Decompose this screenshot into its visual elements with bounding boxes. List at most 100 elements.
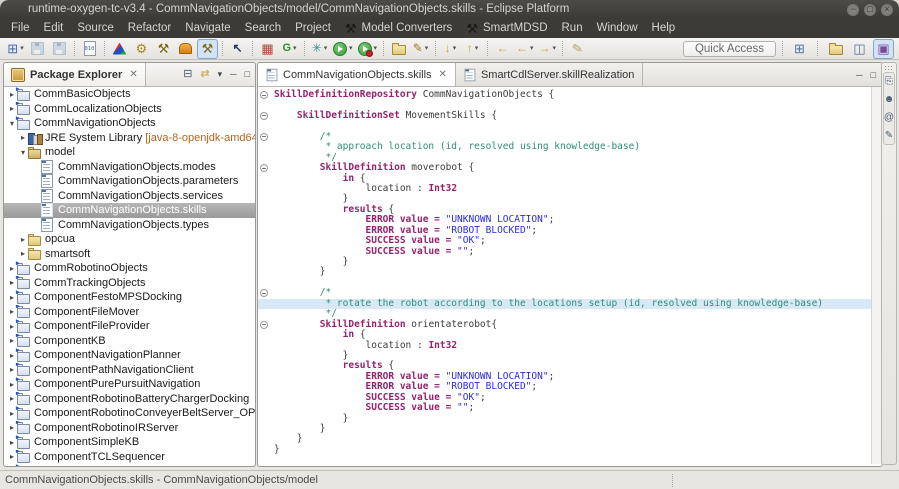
tree-item-componentrobotinoconveyerbeltserver-opcu[interactable]: ▸▸ComponentRobotinoConveyerBeltServer_OP…	[4, 406, 255, 421]
close-icon[interactable]: ✕	[437, 69, 447, 80]
previous-annotation-button[interactable]: ↑▾	[462, 39, 483, 59]
minimized-view-annotations-icon[interactable]: @	[884, 112, 894, 123]
debug-dropdown-icon[interactable]: ▾	[323, 45, 328, 52]
component-gears-button[interactable]: ⚙	[131, 39, 152, 59]
robot-deploy-button[interactable]	[175, 39, 196, 59]
close-button[interactable]: ×	[881, 4, 893, 16]
perspective-smartmdsd-button[interactable]: ▣	[873, 39, 894, 59]
tree-collapsed-arrow-icon[interactable]: ▸	[18, 133, 28, 142]
minimized-view-console-icon[interactable]: ⎘	[885, 76, 893, 87]
tree-item-model[interactable]: ▾model	[4, 145, 255, 160]
tab-package-explorer[interactable]: Package Explorer ✕	[4, 63, 146, 86]
menu-navigate[interactable]: Navigate	[178, 19, 237, 38]
tree-item-commnavigationobjects-skills[interactable]: CommNavigationObjects.skills	[4, 203, 255, 218]
tree-item-commrobotinoobjects[interactable]: ▸▸CommRobotinoObjects	[4, 261, 255, 276]
collapse-all-icon[interactable]: ⊟	[183, 69, 192, 80]
tree-item-commnavigationobjects-types[interactable]: CommNavigationObjects.types	[4, 218, 255, 233]
tree-item-componentrobotinoirserver[interactable]: ▸▸ComponentRobotinoIRServer	[4, 421, 255, 436]
tab-smartcdlserver-skillrealization[interactable]: SmartCdlServer.skillRealization	[456, 63, 643, 86]
save-button[interactable]	[27, 39, 48, 59]
fold-collapse-icon[interactable]	[260, 289, 268, 297]
code-line[interactable]: SUCCESS value = "";	[274, 247, 872, 257]
save-all-button[interactable]	[49, 39, 70, 59]
tree-collapsed-arrow-icon[interactable]: ▸	[18, 249, 28, 258]
title-bar[interactable]: runtime-oxygen-tc-v3.4 - CommNavigationO…	[0, 0, 899, 19]
code-line[interactable]: SkillDefinitionSet MovementSkills {	[274, 111, 872, 121]
code-line[interactable]: }	[274, 414, 872, 424]
build-tools-toggle-button[interactable]: ⚒	[197, 39, 218, 59]
fold-collapse-icon[interactable]	[260, 321, 268, 329]
back-history-dropdown-icon[interactable]: ▾	[529, 45, 534, 52]
maximize-editor-icon[interactable]: □	[871, 70, 876, 80]
previous-annotation-dropdown-icon[interactable]: ▾	[474, 45, 479, 52]
quick-access-button[interactable]: Quick Access	[683, 41, 776, 57]
tree-item-componentfileprovider[interactable]: ▸▸ComponentFileProvider	[4, 319, 255, 334]
minimized-view-edit-icon[interactable]: ✎	[885, 130, 893, 141]
menu-help[interactable]: Help	[645, 19, 683, 38]
code-line[interactable]: }	[274, 434, 872, 444]
menu-run[interactable]: Run	[555, 19, 590, 38]
minimize-view-icon[interactable]: ─	[230, 69, 236, 80]
menu-model-converters[interactable]: ⚒Model Converters	[338, 19, 459, 38]
code-editor[interactable]: SkillDefinitionRepository CommNavigation…	[258, 87, 872, 464]
tree-item-opcua[interactable]: ▸opcua	[4, 232, 255, 247]
tree-item-componentnavigationplanner[interactable]: ▸▸ComponentNavigationPlanner	[4, 348, 255, 363]
code-line[interactable]: }	[274, 267, 872, 277]
maximize-view-icon[interactable]: □	[245, 69, 250, 80]
code-line[interactable]: SkillDefinitionRepository CommNavigation…	[274, 90, 872, 100]
tree-item-componentpurepursuitnavigation[interactable]: ▸▸ComponentPurePursuitNavigation	[4, 377, 255, 392]
tree-item-componenttclsequencer[interactable]: ▸▸ComponentTCLSequencer	[4, 450, 255, 465]
menu-window[interactable]: Window	[590, 19, 645, 38]
menu-project[interactable]: Project	[288, 19, 338, 38]
code-line-highlighted[interactable]: * rotate the robot according to the loca…	[258, 299, 872, 309]
code-line[interactable]: * approach location (id, resolved using …	[274, 142, 872, 152]
tree-item-componentkb[interactable]: ▸▸ComponentKB	[4, 334, 255, 349]
tree-expanded-arrow-icon[interactable]: ▾	[18, 148, 28, 157]
code-line[interactable]	[274, 121, 872, 131]
tree-item-commnavigationobjects-parameters[interactable]: CommNavigationObjects.parameters	[4, 174, 255, 189]
perspective-resource-button[interactable]	[825, 39, 846, 59]
view-menu-icon[interactable]: ▾	[218, 69, 223, 80]
tree-item-item[interactable]: ▸▸	[4, 464, 255, 466]
tree-item-commnavigationobjects[interactable]: ▾▸CommNavigationObjects	[4, 116, 255, 131]
tree-item-smartsoft[interactable]: ▸smartsoft	[4, 247, 255, 262]
next-annotation-button[interactable]: ↓▾	[440, 39, 461, 59]
code-line[interactable]: SUCCESS value = "";	[274, 403, 872, 413]
select-pointer-button[interactable]: ↖	[227, 39, 248, 59]
annotate-brush-button[interactable]: ✎▾	[410, 39, 431, 59]
drag-handle[interactable]	[885, 66, 893, 70]
tree-item-componentpathnavigationclient[interactable]: ▸▸ComponentPathNavigationClient	[4, 363, 255, 378]
generate-refresh-dropdown-icon[interactable]: ▾	[292, 45, 297, 52]
menu-source[interactable]: Source	[70, 19, 120, 38]
tree-item-componentfestompsdocking[interactable]: ▸▸ComponentFestoMPSDocking	[4, 290, 255, 305]
forward-history-dropdown-icon[interactable]: ▾	[552, 45, 557, 52]
generate-refresh-button[interactable]: G▾	[279, 39, 300, 59]
tree-item-commlocalizationobjects[interactable]: ▸▸CommLocalizationObjects	[4, 102, 255, 117]
tree-item-commnavigationobjects-services[interactable]: CommNavigationObjects.services	[4, 189, 255, 204]
profile-grid-button[interactable]: ▦	[257, 39, 278, 59]
mark-occurrences-button[interactable]: ✎	[567, 39, 588, 59]
tree-item-commbasicobjects[interactable]: ▸▸CommBasicObjects	[4, 87, 255, 102]
last-edit-location-button[interactable]: ←	[492, 39, 513, 59]
debug-button[interactable]: ✳▾	[309, 39, 330, 59]
menu-edit[interactable]: Edit	[37, 19, 71, 38]
code-line[interactable]: }	[274, 424, 872, 434]
open-perspective-button[interactable]: ⊞	[789, 39, 810, 59]
minimized-view-tasks-icon[interactable]: ☻	[884, 94, 895, 105]
code-line[interactable]	[274, 278, 872, 288]
tree-item-componentrobotinobatterychargerdocking[interactable]: ▸▸ComponentRobotinoBatteryChargerDocking	[4, 392, 255, 407]
forward-history-button[interactable]: →▾	[537, 39, 559, 59]
menu-refactor[interactable]: Refactor	[121, 19, 178, 38]
code-line[interactable]: }	[274, 257, 872, 267]
code-line[interactable]: location : Int32	[274, 341, 872, 351]
annotate-brush-dropdown-icon[interactable]: ▾	[424, 45, 429, 52]
fold-collapse-icon[interactable]	[260, 91, 268, 99]
run-dropdown-icon[interactable]: ▾	[348, 45, 353, 52]
link-with-editor-icon[interactable]: ⇄	[200, 69, 209, 80]
code-line[interactable]: }	[274, 445, 872, 455]
build-tools-button[interactable]: ⚒	[153, 39, 174, 59]
tree-item-jre-system-library[interactable]: ▸JRE System Library[java-8-openjdk-amd64…	[4, 131, 255, 146]
minimize-editor-icon[interactable]: ─	[856, 70, 862, 80]
tree-item-componentsimplekb[interactable]: ▸▸ComponentSimpleKB	[4, 435, 255, 450]
menu-search[interactable]: Search	[238, 19, 288, 38]
